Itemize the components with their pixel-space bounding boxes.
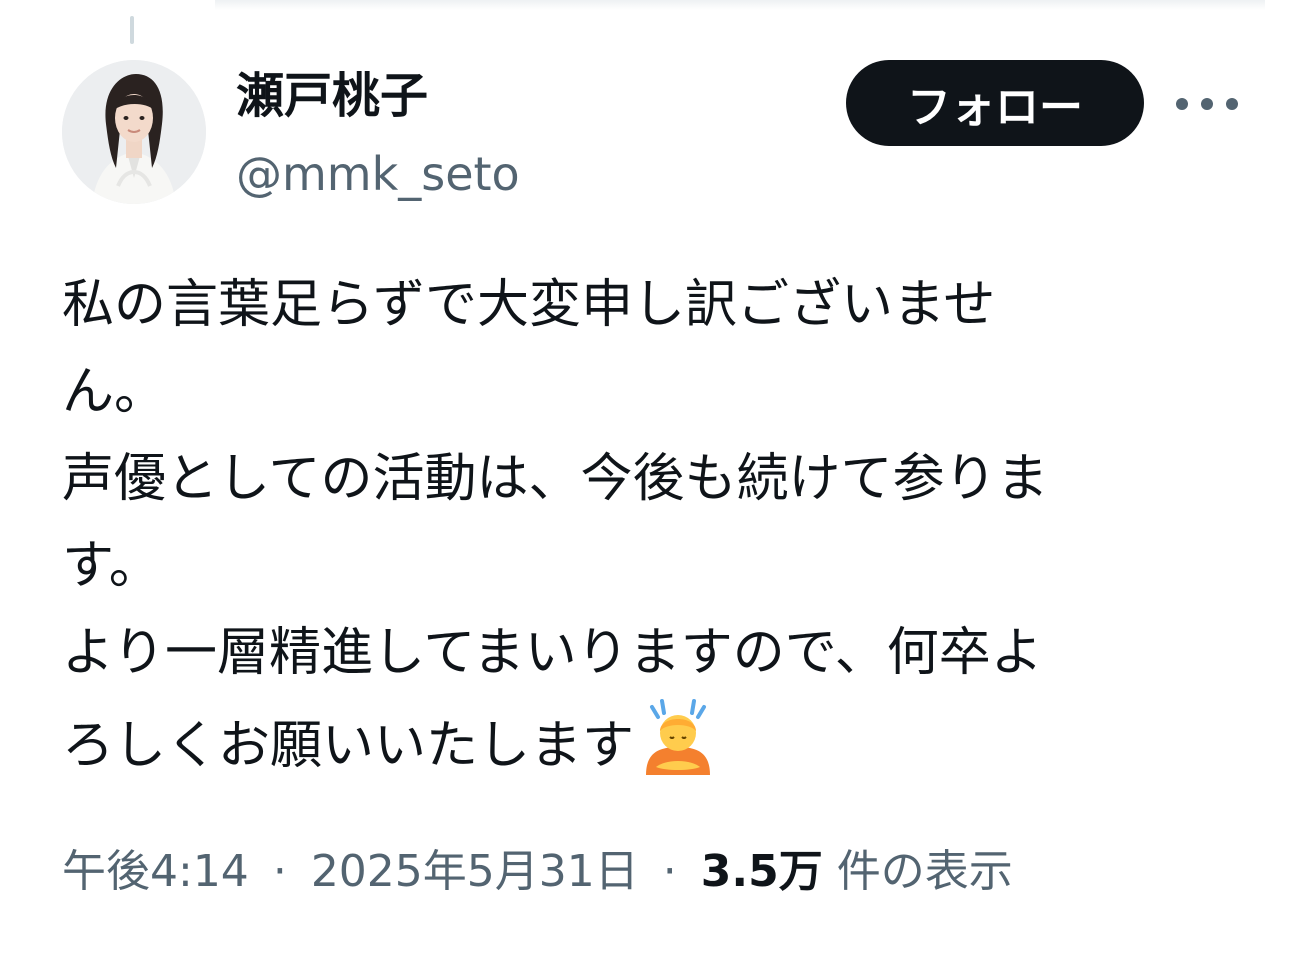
tweet-date[interactable]: 2025年5月31日: [311, 846, 639, 897]
views-label: 件の表示: [836, 846, 1013, 897]
follow-button[interactable]: フォロー: [846, 60, 1144, 146]
tweet-line: より一層精進してまいりますので、何卒よ: [62, 623, 1043, 683]
tweet-line: 声優としての活動は、今後も続けて参りま: [62, 449, 1049, 509]
tweet-line: す。: [62, 536, 161, 596]
tweet-line: 私の言葉足らずで大変申し訳ございませ: [62, 275, 996, 335]
top-divider: [215, 0, 1265, 10]
avatar[interactable]: [62, 60, 206, 204]
tweet-text: 私の言葉足らずで大変申し訳ございませ ん。 声優としての活動は、今後も続けて参り…: [62, 262, 1242, 804]
meta-separator: ·: [272, 846, 287, 897]
avatar-photo: [62, 60, 206, 204]
display-name[interactable]: 瀬戸桃子: [236, 66, 428, 126]
views-count: 3.5万: [700, 846, 823, 897]
meta-separator: ·: [662, 846, 677, 897]
thread-connector-line: [130, 16, 134, 44]
tweet-time[interactable]: 午後4:14: [62, 846, 249, 897]
person-bowing-emoji: [638, 697, 718, 804]
more-dot: [1201, 98, 1213, 110]
more-dots-icon[interactable]: [1176, 82, 1238, 126]
user-handle[interactable]: @mmk_seto: [236, 144, 520, 204]
tweet-line: ん。: [62, 362, 167, 422]
tweet-line: ろしくお願いいたします: [62, 716, 635, 776]
more-dot: [1176, 98, 1188, 110]
tweet-line-last: ろしくお願いいたします: [62, 697, 1242, 804]
more-dot: [1226, 98, 1238, 110]
tweet-meta: 午後4:14 · 2025年5月31日 · 3.5万 件の表示: [62, 840, 1013, 904]
